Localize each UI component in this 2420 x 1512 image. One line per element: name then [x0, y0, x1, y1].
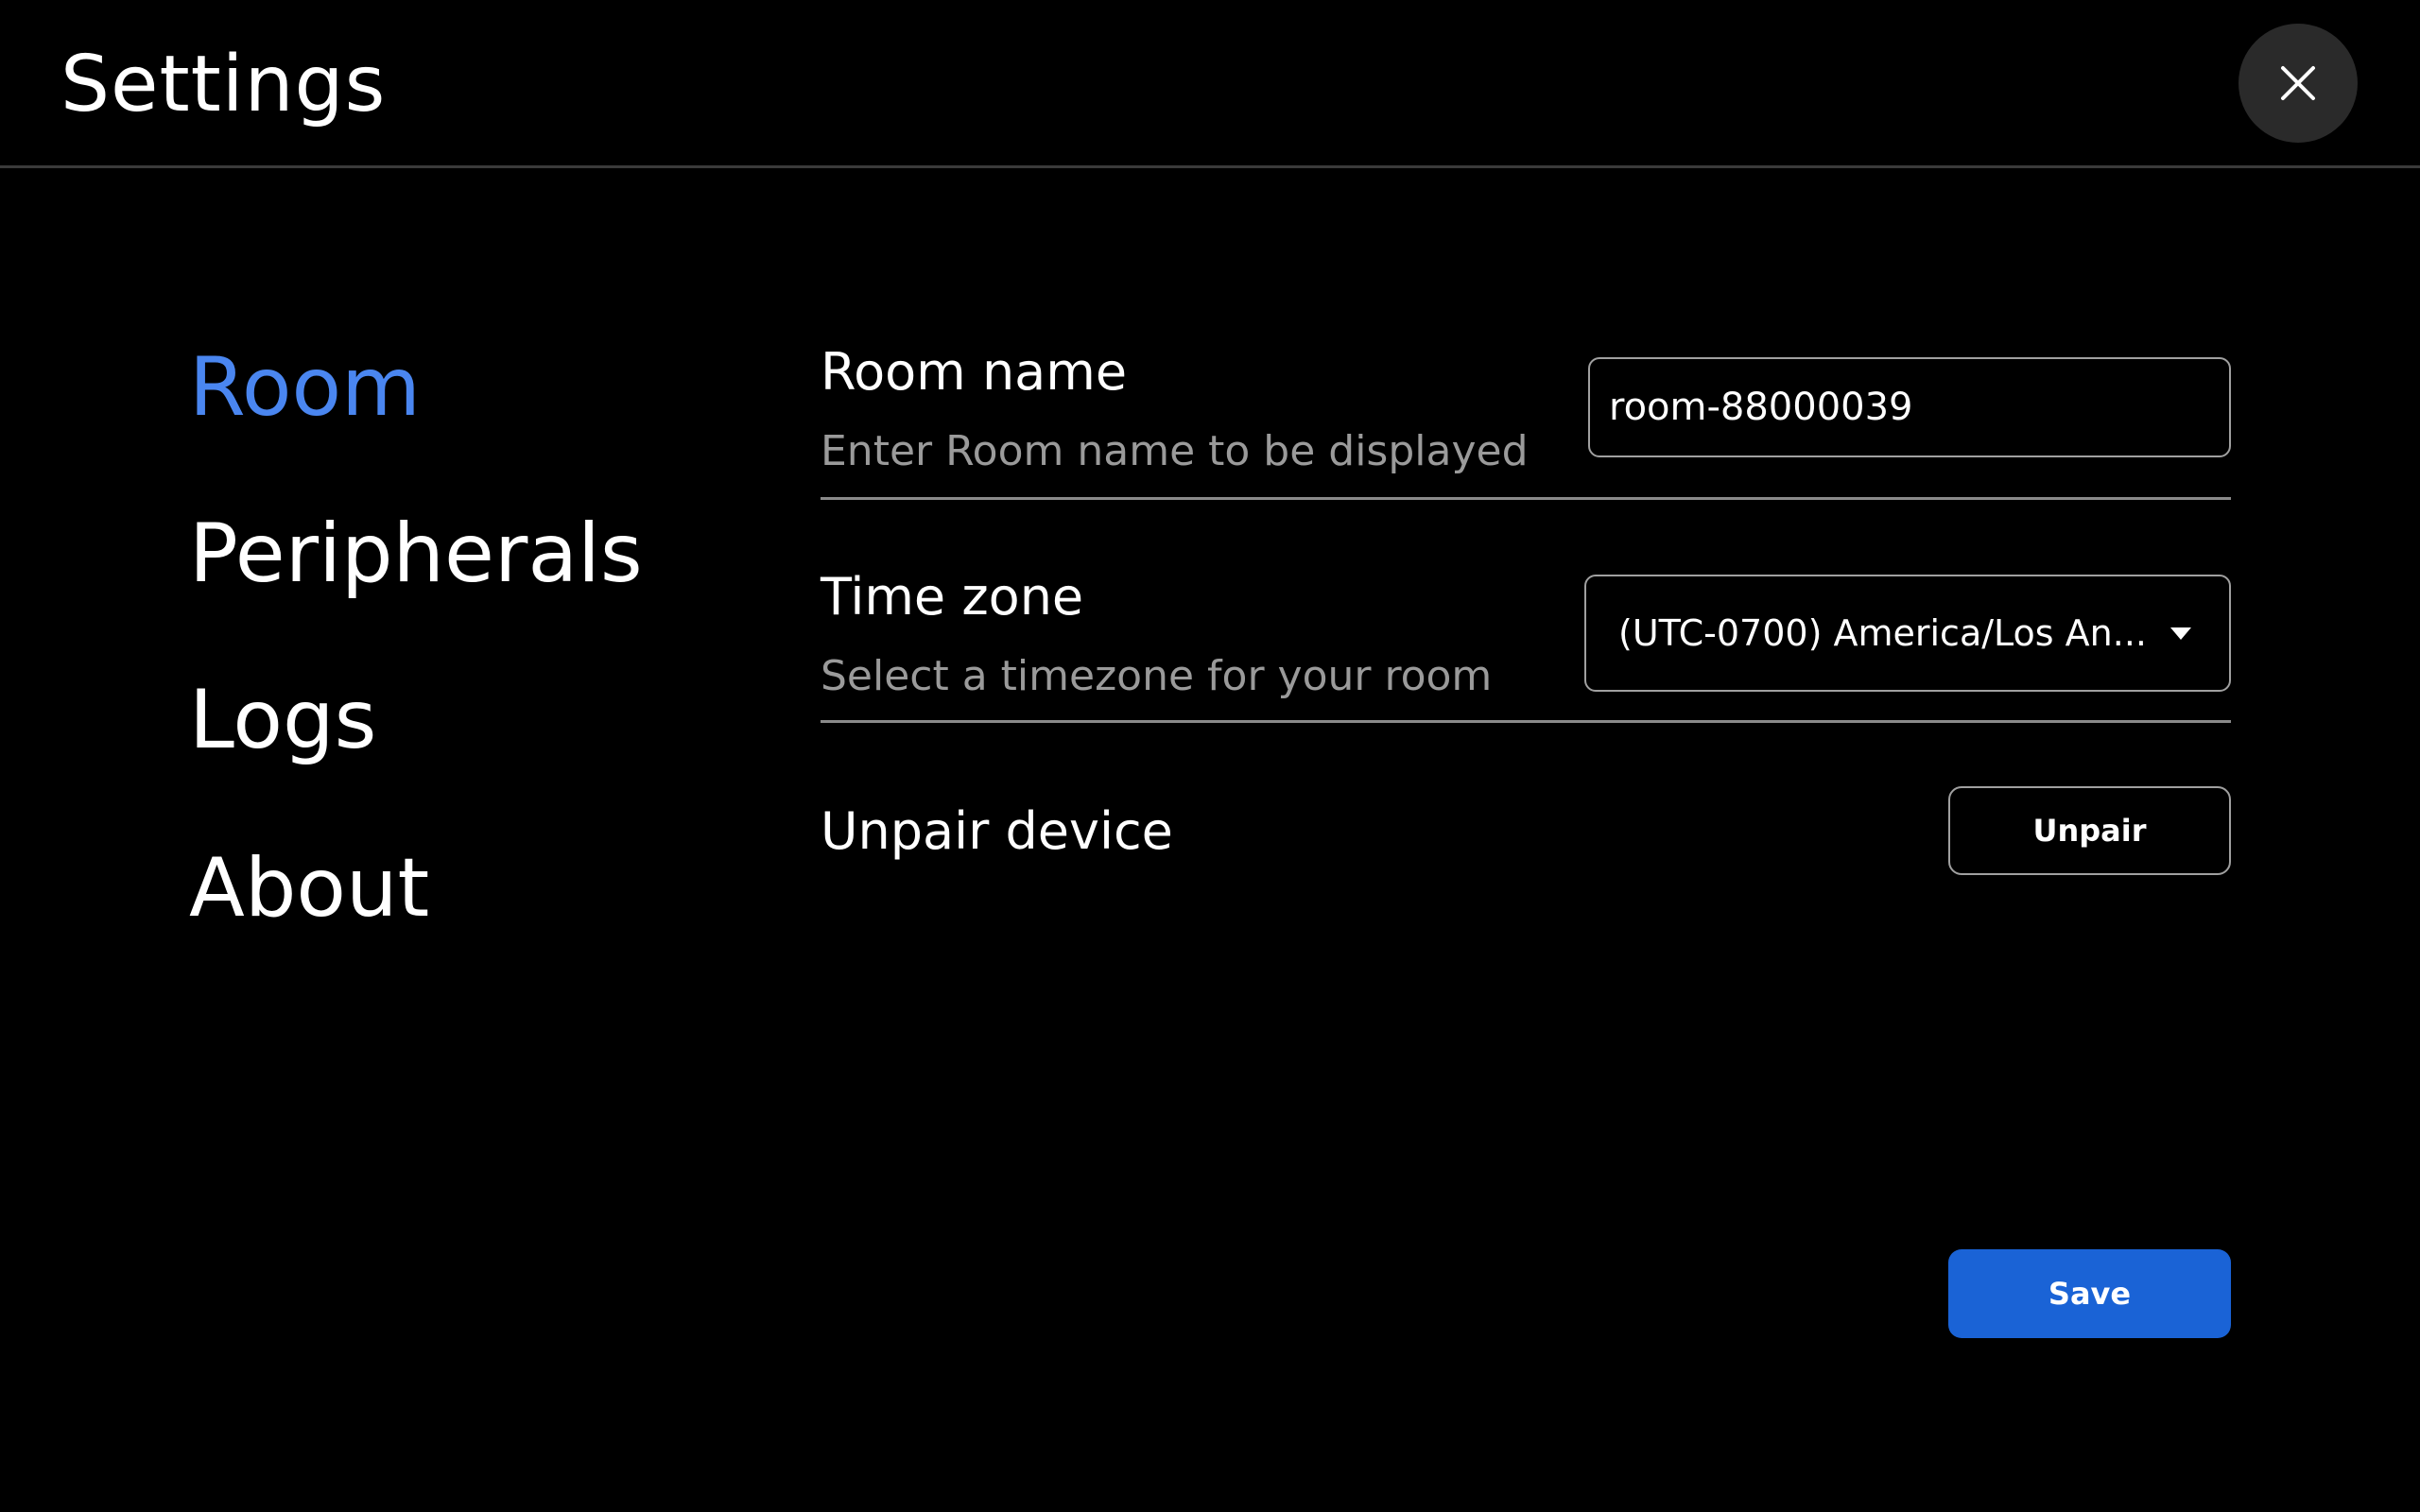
timezone-select[interactable]: (UTC-0700) America/Los An... — [1584, 575, 2231, 692]
room-name-input[interactable] — [1588, 357, 2231, 457]
timezone-divider — [821, 720, 2231, 723]
unpair-row: Unpair device Unpair — [821, 786, 2231, 881]
chevron-down-icon — [2170, 627, 2191, 640]
settings-screen: Settings Room Peripherals Logs About Roo… — [0, 0, 2420, 1512]
nav-item-about[interactable]: About — [189, 841, 429, 936]
room-name-subtitle: Enter Room name to be displayed — [821, 427, 1529, 475]
close-button[interactable] — [2238, 24, 2358, 143]
room-name-row: Room name Enter Room name to be displaye… — [821, 340, 2231, 501]
timezone-subtitle: Select a timezone for your room — [821, 652, 1493, 700]
nav-item-peripherals[interactable]: Peripherals — [189, 507, 643, 601]
page-title: Settings — [60, 40, 387, 129]
nav-item-room[interactable]: Room — [189, 340, 421, 435]
close-icon — [2281, 66, 2315, 100]
room-name-title: Room name — [821, 342, 1128, 402]
save-button[interactable]: Save — [1948, 1249, 2231, 1338]
timezone-row: Time zone Select a timezone for your roo… — [821, 565, 2231, 726]
timezone-selected-value: (UTC-0700) America/Los An... — [1618, 612, 2147, 654]
nav-item-logs[interactable]: Logs — [189, 673, 376, 767]
unpair-button[interactable]: Unpair — [1948, 786, 2231, 875]
header: Settings — [0, 0, 2420, 168]
timezone-title: Time zone — [821, 567, 1084, 627]
unpair-title: Unpair device — [821, 801, 1173, 861]
room-name-divider — [821, 497, 2231, 500]
